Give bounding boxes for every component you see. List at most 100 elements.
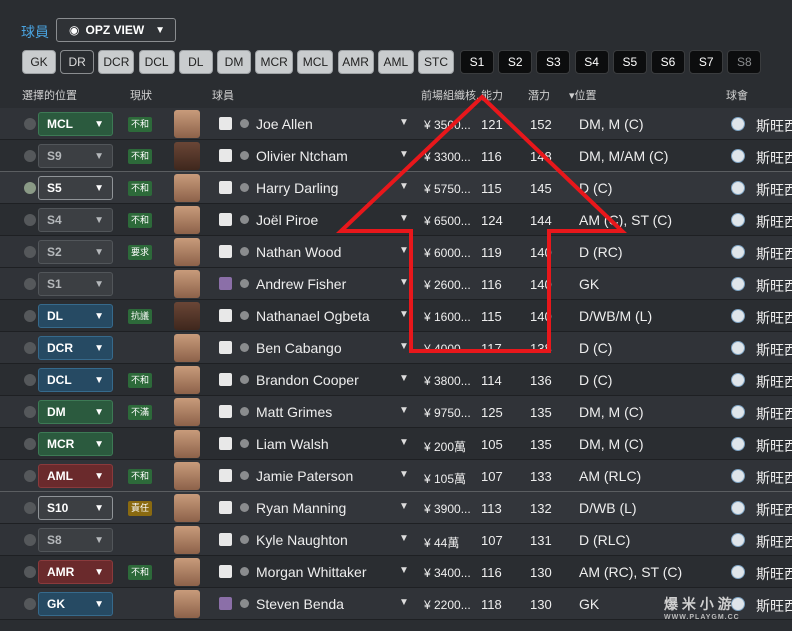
table-row[interactable]: S1 ▼ Andrew Fisher ▼ ¥ 2600... 116 140 GK 斯旺西: [0, 268, 792, 300]
player-name[interactable]: Morgan Whittaker: [256, 564, 366, 580]
position-dropdown[interactable]: AML ▼: [38, 464, 113, 488]
player-name[interactable]: Kyle Naughton: [256, 532, 348, 548]
position-filter-s7[interactable]: S7: [689, 50, 724, 74]
col-potential[interactable]: 潛力: [528, 87, 550, 103]
position-filter-s3[interactable]: S3: [536, 50, 571, 74]
position-filter-s1[interactable]: S1: [460, 50, 494, 74]
chevron-down-icon[interactable]: ▼: [399, 277, 409, 288]
position-dropdown[interactable]: S5 ▼: [38, 176, 113, 200]
chevron-down-icon[interactable]: ▼: [399, 149, 409, 160]
position-dropdown[interactable]: AMR ▼: [38, 560, 113, 584]
col-player[interactable]: 球員: [212, 87, 234, 103]
chevron-down-icon[interactable]: ▼: [399, 533, 409, 544]
player-name[interactable]: Olivier Ntcham: [256, 148, 348, 164]
position-filter-s6[interactable]: S6: [651, 50, 685, 74]
club-name[interactable]: 斯旺西: [756, 148, 792, 168]
chevron-down-icon[interactable]: ▼: [399, 341, 409, 352]
row-checkbox[interactable]: [24, 342, 36, 354]
chevron-down-icon[interactable]: ▼: [399, 437, 409, 448]
player-name[interactable]: Joël Piroe: [256, 212, 318, 228]
chevron-down-icon[interactable]: ▼: [399, 373, 409, 384]
row-checkbox[interactable]: [24, 534, 36, 546]
row-checkbox[interactable]: [24, 150, 36, 162]
position-filter-aml[interactable]: AML: [377, 50, 414, 74]
chevron-down-icon[interactable]: ▼: [399, 117, 409, 128]
club-name[interactable]: 斯旺西: [756, 500, 792, 520]
player-name[interactable]: Brandon Cooper: [256, 372, 359, 388]
position-dropdown[interactable]: DL ▼: [38, 304, 113, 328]
row-checkbox[interactable]: [24, 566, 36, 578]
col-selected-position[interactable]: 選擇的位置: [22, 87, 77, 103]
table-row[interactable]: S2 ▼ 要求 Nathan Wood ▼ ¥ 6000... 119 140 D (RC) 斯旺…: [0, 236, 792, 268]
row-checkbox[interactable]: [24, 374, 36, 386]
row-checkbox[interactable]: [24, 182, 36, 194]
chevron-down-icon[interactable]: ▼: [399, 565, 409, 576]
club-name[interactable]: 斯旺西: [756, 404, 792, 424]
club-name[interactable]: 斯旺西: [756, 180, 792, 200]
position-filter-mcr[interactable]: MCR: [255, 50, 294, 74]
position-dropdown[interactable]: MCR ▼: [38, 432, 113, 456]
row-checkbox[interactable]: [24, 214, 36, 226]
club-name[interactable]: 斯旺西: [756, 276, 792, 296]
chevron-down-icon[interactable]: ▼: [399, 245, 409, 256]
club-name[interactable]: 斯旺西: [756, 308, 792, 328]
table-row[interactable]: MCL ▼ 不和 Joe Allen ▼ ¥ 3500... 121 152 DM, M (C)…: [0, 108, 792, 140]
row-checkbox[interactable]: [24, 310, 36, 322]
player-name[interactable]: Liam Walsh: [256, 436, 329, 452]
club-name[interactable]: 斯旺西: [756, 116, 792, 136]
position-dropdown[interactable]: S10 ▼: [38, 496, 113, 520]
club-name[interactable]: 斯旺西: [756, 564, 792, 584]
squad-tab[interactable]: 球員: [21, 22, 49, 42]
position-filter-mcl[interactable]: MCL: [297, 50, 334, 74]
player-name[interactable]: Matt Grimes: [256, 404, 332, 420]
position-dropdown[interactable]: DCR ▼: [38, 336, 113, 360]
player-name[interactable]: Nathan Wood: [256, 244, 341, 260]
position-dropdown[interactable]: S1 ▼: [38, 272, 113, 296]
position-dropdown[interactable]: DCL ▼: [38, 368, 113, 392]
row-checkbox[interactable]: [24, 598, 36, 610]
col-wage[interactable]: 前場組織核...: [421, 87, 485, 103]
position-filter-dr[interactable]: DR: [60, 50, 95, 74]
position-filter-s5[interactable]: S5: [612, 50, 647, 74]
table-row[interactable]: S4 ▼ 不和 Joël Piroe ▼ ¥ 6500... 124 144 AM (C), S…: [0, 204, 792, 236]
player-name[interactable]: Steven Benda: [256, 596, 344, 612]
club-name[interactable]: 斯旺西: [756, 436, 792, 456]
table-row[interactable]: DCL ▼ 不和 Brandon Cooper ▼ ¥ 3800... 114 136 D (C…: [0, 364, 792, 396]
position-filter-stc[interactable]: STC: [418, 50, 454, 74]
table-row[interactable]: DL ▼ 抗議 Nathanael Ogbeta ▼ ¥ 1600... 115 140 D/W…: [0, 300, 792, 332]
table-row[interactable]: DM ▼ 不滿 Matt Grimes ▼ ¥ 9750... 125 135 DM, M (C…: [0, 396, 792, 428]
table-row[interactable]: S9 ▼ 不和 Olivier Ntcham ▼ ¥ 3300... 116 148 DM, M…: [0, 140, 792, 172]
club-name[interactable]: 斯旺西: [756, 532, 792, 552]
chevron-down-icon[interactable]: ▼: [399, 597, 409, 608]
chevron-down-icon[interactable]: ▼: [399, 405, 409, 416]
player-name[interactable]: Andrew Fisher: [256, 276, 346, 292]
position-filter-gk[interactable]: GK: [22, 50, 56, 74]
position-dropdown[interactable]: S2 ▼: [38, 240, 113, 264]
position-filter-amr[interactable]: AMR: [337, 50, 374, 74]
chevron-down-icon[interactable]: ▼: [399, 181, 409, 192]
chevron-down-icon[interactable]: ▼: [399, 469, 409, 480]
table-row[interactable]: DCR ▼ Ben Cabango ▼ ¥ 4000... 117 138 D (C) 斯旺西: [0, 332, 792, 364]
row-checkbox[interactable]: [24, 246, 36, 258]
club-name[interactable]: 斯旺西: [756, 212, 792, 232]
table-row[interactable]: AML ▼ 不和 Jamie Paterson ▼ ¥ 105萬 107 133 AM (RLC…: [0, 460, 792, 492]
col-status[interactable]: 現狀: [130, 87, 152, 103]
row-checkbox[interactable]: [24, 278, 36, 290]
position-dropdown[interactable]: MCL ▼: [38, 112, 113, 136]
table-row[interactable]: MCR ▼ Liam Walsh ▼ ¥ 200萬 105 135 DM, M (C) 斯旺西: [0, 428, 792, 460]
position-dropdown[interactable]: S9 ▼: [38, 144, 113, 168]
player-name[interactable]: Jamie Paterson: [256, 468, 353, 484]
chevron-down-icon[interactable]: ▼: [399, 501, 409, 512]
table-row[interactable]: S8 ▼ Kyle Naughton ▼ ¥ 44萬 107 131 D (RLC) 斯旺西: [0, 524, 792, 556]
club-name[interactable]: 斯旺西: [756, 596, 792, 616]
chevron-down-icon[interactable]: ▼: [399, 309, 409, 320]
player-name[interactable]: Harry Darling: [256, 180, 338, 196]
row-checkbox[interactable]: [24, 502, 36, 514]
position-filter-dcl[interactable]: DCL: [138, 50, 175, 74]
position-dropdown[interactable]: GK ▼: [38, 592, 113, 616]
table-row[interactable]: S10 ▼ 責任 Ryan Manning ▼ ¥ 3900... 113 132 D/WB (…: [0, 491, 792, 525]
club-name[interactable]: 斯旺西: [756, 372, 792, 392]
table-row[interactable]: AMR ▼ 不和 Morgan Whittaker ▼ ¥ 3400... 116 130 AM…: [0, 556, 792, 588]
position-filter-s4[interactable]: S4: [574, 50, 609, 74]
position-dropdown[interactable]: DM ▼: [38, 400, 113, 424]
